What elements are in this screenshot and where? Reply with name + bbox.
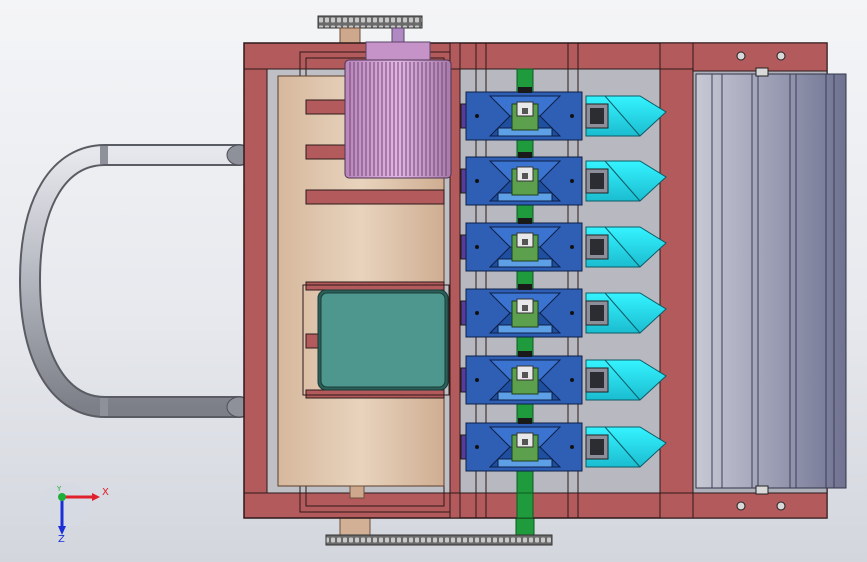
press-roller[interactable] — [692, 42, 847, 519]
x-axis-label: X — [102, 487, 109, 498]
gear-reducer[interactable] — [302, 284, 450, 396]
z-axis-label: Z — [58, 534, 65, 545]
push-handle[interactable] — [18, 144, 252, 418]
coordinate-triad — [40, 483, 100, 535]
cad-viewport[interactable]: X Y Z — [0, 0, 867, 562]
y-axis-label: Y — [57, 485, 62, 493]
drive-motor[interactable] — [344, 41, 452, 179]
bottom-drive-chain — [325, 515, 553, 546]
seeder-model[interactable] — [0, 0, 867, 562]
